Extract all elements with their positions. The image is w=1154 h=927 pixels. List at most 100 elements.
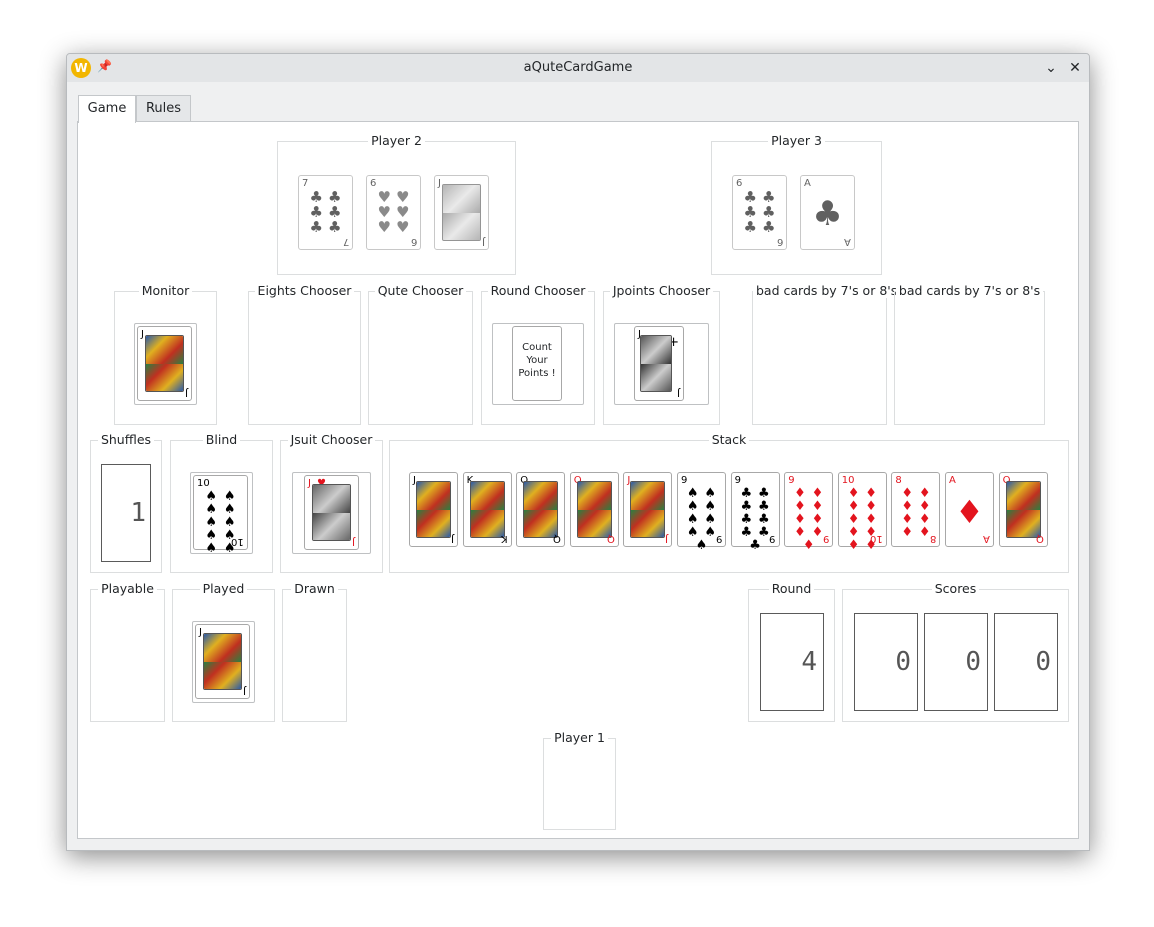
points-text: Points !: [518, 368, 556, 379]
jack-face-icon: [312, 484, 351, 541]
player1-title: Player 1: [551, 730, 608, 745]
qute-chooser-title: Qute Chooser: [374, 283, 467, 298]
jsuit-card[interactable]: J ♥ J: [304, 475, 359, 550]
tab-rules[interactable]: Rules: [136, 95, 191, 122]
shuffles-value: 1: [130, 498, 146, 528]
card-pips: ♣ ♣ ♣ ♣ ♣ ♣: [743, 188, 776, 236]
card-rank: 6: [736, 178, 743, 189]
card-rank: 6: [776, 236, 783, 247]
player2-card-1[interactable]: 7 ♣ ♣ ♣ ♣ ♣ ♣ 7: [298, 175, 353, 250]
window-title: aQuteCardGame: [523, 60, 633, 75]
jack-face-icon: [640, 335, 672, 392]
scores-title: Scores: [931, 581, 980, 596]
stack-card[interactable]: KK: [462, 472, 512, 547]
card-rank: 8: [930, 533, 937, 544]
round-chooser-title: Round Chooser: [487, 283, 589, 298]
stack-card[interactable]: 9 ♣ ♣ ♣ ♣ ♣ ♣ ♣ ♣ ♣ 9: [730, 472, 780, 553]
card-rank: 9: [788, 475, 795, 486]
title-bar: W 📌 aQuteCardGame ⌄ ✕: [67, 54, 1089, 82]
score-lcd-2: 0: [924, 613, 988, 711]
shuffles-group: Shuffles 1: [90, 432, 162, 573]
card-rank: J: [243, 685, 246, 696]
card-pips: ♦ ♦ ♦ ♦ ♦ ♦ ♦ ♦: [901, 486, 931, 540]
card-rank: J: [665, 533, 669, 544]
card-pips: ♠ ♠ ♠ ♠ ♠ ♠ ♠ ♠ ♠ ♠: [205, 489, 236, 556]
face-card-icon: [576, 481, 612, 538]
stack-card[interactable]: 9 ♠ ♠ ♠ ♠ ♠ ♠ ♠ ♠ ♠ 9: [677, 472, 726, 552]
played-group: Played J J: [172, 581, 275, 722]
shuffles-title: Shuffles: [97, 432, 155, 447]
card-rank: J: [308, 478, 311, 489]
drawn-group: Drawn: [282, 581, 347, 722]
card-rank: J: [438, 178, 441, 189]
stack-card[interactable]: A ♦ A: [945, 472, 994, 547]
card-rank: J: [185, 387, 188, 398]
card-rank: 10: [841, 475, 855, 486]
score-value-3: 0: [1035, 647, 1051, 677]
monitor-card[interactable]: J J: [137, 326, 192, 401]
card-rank: J: [352, 536, 355, 547]
card-rank: Q: [1035, 533, 1044, 544]
card-rank: J: [451, 533, 454, 544]
count-text: Count: [522, 342, 552, 353]
face-card-icon: [1005, 481, 1041, 538]
count-points-button[interactable]: Count Your Points !: [492, 323, 584, 405]
jsuit-holder: J ♥ J: [292, 472, 371, 554]
card-rank: 10: [231, 536, 244, 547]
jack-face-icon: [442, 184, 481, 241]
card-pips: ♣ ♣ ♣ ♣ ♣ ♣ ♣ ♣ ♣: [740, 486, 770, 553]
shuffles-lcd: 1: [101, 464, 151, 562]
player2-title: Player 2: [368, 133, 425, 148]
tab-game[interactable]: Game: [78, 95, 136, 123]
card-rank: J: [141, 329, 144, 340]
played-title: Played: [199, 581, 248, 596]
card-rank: 7: [342, 236, 349, 247]
blind-holder: 10 ♠ ♠ ♠ ♠ ♠ ♠ ♠ ♠ ♠ ♠ 10: [190, 472, 253, 556]
card-rank: A: [804, 178, 811, 189]
stack-card[interactable]: JJ: [409, 472, 458, 547]
jpoints-chooser-group: Jpoints Chooser J + J: [603, 283, 720, 425]
stack-card[interactable]: QQ: [569, 472, 619, 547]
score-value-2: 0: [965, 647, 981, 677]
jack-face-icon: [203, 633, 242, 690]
minimize-icon[interactable]: ⌄: [1041, 58, 1061, 78]
stack-card[interactable]: QQ: [998, 472, 1048, 547]
jpoints-card[interactable]: J + J: [634, 326, 684, 401]
card-pips: ♦ ♦ ♦ ♦ ♦ ♦ ♦ ♦ ♦ ♦: [847, 486, 877, 553]
suit-icon: ♦: [955, 493, 984, 531]
player2-card-2[interactable]: 6 ♥ ♥ ♥ ♥ ♥ ♥ 6: [366, 175, 421, 250]
playable-title: Playable: [98, 581, 157, 596]
bad-cards-group-2: bad cards by 7's or 8's: [894, 283, 1045, 425]
played-card[interactable]: J J: [195, 624, 250, 699]
player3-card-2[interactable]: A ♣ A: [800, 175, 855, 250]
player1-group: Player 1: [543, 730, 616, 830]
card-rank: Q: [606, 533, 615, 544]
jsuit-chooser-group: Jsuit Chooser J ♥ J: [280, 432, 383, 573]
round-lcd: 4: [760, 613, 824, 711]
card-rank: 6: [410, 236, 417, 247]
card-rank: 9: [715, 533, 722, 544]
monitor-group: Monitor J J: [114, 283, 217, 425]
stack-card[interactable]: 9 ♦ ♦ ♦ ♦ ♦ ♦ ♦ ♦ ♦ 9: [784, 472, 834, 552]
player2-card-3[interactable]: J J: [434, 175, 489, 250]
game-panel: Player 2 7 ♣ ♣ ♣ ♣ ♣ ♣ 7 6 ♥ ♥ ♥ ♥ ♥ ♥ 6 J J: [77, 121, 1079, 839]
stack-card[interactable]: 8 ♦ ♦ ♦ ♦ ♦ ♦ ♦ ♦ 8: [891, 472, 941, 547]
jpoints-holder: J + J: [614, 323, 709, 405]
blind-card[interactable]: 10 ♠ ♠ ♠ ♠ ♠ ♠ ♠ ♠ ♠ ♠ 10: [193, 475, 248, 556]
card-rank: J: [677, 387, 680, 398]
score-lcd-1: 0: [854, 613, 918, 711]
card-rank: J: [482, 236, 485, 247]
stack-card[interactable]: 10 ♦ ♦ ♦ ♦ ♦ ♦ ♦ ♦ ♦ ♦ 10: [837, 472, 887, 553]
stack-card[interactable]: JJ: [623, 472, 673, 547]
playable-group: Playable: [90, 581, 165, 722]
monitor-title: Monitor: [138, 283, 193, 298]
score-lcd-3: 0: [994, 613, 1058, 711]
played-holder: J J: [192, 621, 255, 703]
close-icon[interactable]: ✕: [1065, 58, 1085, 78]
player3-card-1[interactable]: 6 ♣ ♣ ♣ ♣ ♣ ♣ 6: [732, 175, 787, 250]
stack-card[interactable]: QQ: [516, 472, 566, 547]
player2-group: Player 2 7 ♣ ♣ ♣ ♣ ♣ ♣ 7 6 ♥ ♥ ♥ ♥ ♥ ♥ 6 J J: [277, 133, 516, 275]
card-rank: 6: [370, 178, 377, 189]
face-card-icon: [469, 481, 505, 538]
card-rank: 9: [681, 475, 688, 486]
